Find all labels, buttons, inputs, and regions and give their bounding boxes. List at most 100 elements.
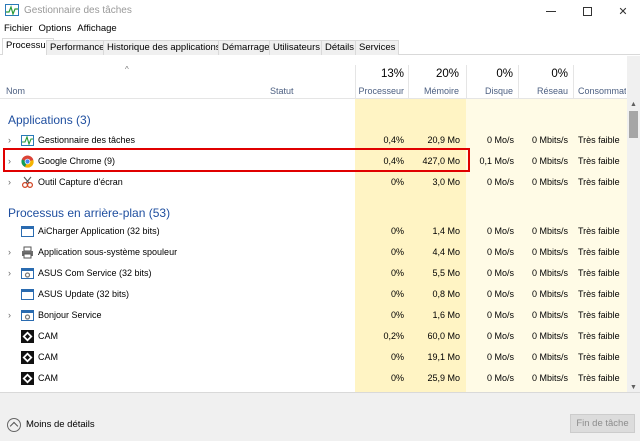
process-network: 0 Mbits/s	[531, 156, 568, 166]
scrollbar-header-gutter	[627, 56, 640, 99]
cam-icon	[21, 372, 34, 385]
service-icon	[21, 309, 34, 322]
process-name: Application sous-système spouleur	[38, 247, 178, 257]
column-header: ^ Nom Statut 13% Processeur 20% Mémoire …	[0, 56, 627, 99]
process-row[interactable]: › Outil Capture d'écran 0% 3,0 Mo 0 Mo/s 0 Mb…	[0, 172, 627, 193]
process-memory: 5,5 Mo	[432, 268, 460, 278]
end-task-button[interactable]: Fin de tâche	[570, 414, 635, 433]
process-network: 0 Mbits/s	[531, 268, 568, 278]
process-memory: 19,1 Mo	[427, 352, 460, 362]
column-divider	[466, 65, 467, 99]
tab-users[interactable]: Utilisateurs	[269, 40, 324, 55]
process-name: CAM	[38, 373, 58, 383]
column-cpu[interactable]: Processeur	[358, 86, 404, 96]
tab-app-history[interactable]: Historique des applications	[103, 40, 225, 55]
process-network: 0 Mbits/s	[531, 135, 568, 145]
process-cpu: 0%	[390, 310, 404, 320]
process-network: 0 Mbits/s	[531, 331, 568, 341]
process-network: 0 Mbits/s	[531, 352, 568, 362]
expand-chevron-icon[interactable]: ›	[8, 172, 11, 193]
tab-performance[interactable]: Performance	[46, 40, 109, 55]
menu-options[interactable]: Options	[39, 22, 72, 36]
process-name: Outil Capture d'écran	[38, 177, 123, 187]
process-row[interactable]: CAM 0,2% 60,0 Mo 0 Mo/s 0 Mbits/s Très faible	[0, 326, 627, 347]
process-disk: 0 Mo/s	[486, 310, 514, 320]
column-name[interactable]: Nom	[6, 86, 25, 96]
process-row[interactable]: › ASUS Com Service (32 bits) 0% 5,5 Mo 0 Mo/…	[0, 263, 627, 284]
process-row[interactable]: ASUS Update (32 bits) 0% 0,8 Mo 0 Mo/s 0 Mbi…	[0, 284, 627, 305]
scroll-down-icon[interactable]: ▼	[630, 384, 637, 391]
expand-chevron-icon[interactable]: ›	[8, 305, 11, 326]
window-title: Gestionnaire des tâches	[24, 5, 132, 16]
process-name: AiCharger Application (32 bits)	[38, 226, 160, 236]
process-network: 0 Mbits/s	[531, 226, 568, 236]
process-cpu: 0%	[390, 226, 404, 236]
process-power: Très faible	[578, 156, 620, 166]
scrollbar-thumb[interactable]	[629, 111, 638, 138]
group-background-label: Processus en arrière-plan (53)	[8, 206, 171, 220]
process-cpu: 0%	[390, 373, 404, 383]
chevron-up-circle-icon[interactable]	[7, 418, 21, 432]
process-row[interactable]: CAM 0% 25,9 Mo 0 Mo/s 0 Mbits/s Très faible	[0, 368, 627, 389]
tab-details[interactable]: Détails	[321, 40, 359, 55]
process-row[interactable]: CAM 0% 19,1 Mo 0 Mo/s 0 Mbits/s Très faible	[0, 347, 627, 368]
column-network[interactable]: Réseau	[520, 86, 568, 96]
cam-icon	[21, 330, 34, 343]
process-cpu: 0,2%	[383, 331, 404, 341]
process-row[interactable]: › Application sous-système spouleur 0% 4,4 …	[0, 242, 627, 263]
process-power: Très faible	[578, 310, 620, 320]
scroll-up-icon[interactable]: ▲	[630, 101, 637, 108]
cam-icon	[21, 351, 34, 364]
process-disk: 0,1 Mo/s	[479, 156, 514, 166]
fewer-details-link[interactable]: Moins de détails	[26, 419, 95, 430]
task-manager-icon	[5, 4, 19, 16]
process-memory: 25,9 Mo	[427, 373, 460, 383]
process-disk: 0 Mo/s	[486, 135, 514, 145]
process-power: Très faible	[578, 373, 620, 383]
title-bar: Gestionnaire des tâches ✕	[0, 0, 640, 22]
tab-services[interactable]: Services	[355, 40, 400, 55]
column-memory[interactable]: Mémoire	[410, 86, 459, 96]
close-button[interactable]: ✕	[606, 0, 640, 22]
process-name: ASUS Update (32 bits)	[38, 289, 130, 299]
process-memory: 3,0 Mo	[432, 177, 460, 187]
memory-total-pct: 20%	[435, 68, 459, 80]
service-icon	[21, 267, 34, 280]
column-divider	[408, 65, 409, 99]
process-disk: 0 Mo/s	[486, 177, 514, 187]
app-window-icon	[21, 225, 34, 238]
task-manager-icon	[21, 134, 34, 147]
highlight-box	[3, 148, 470, 172]
process-name: Bonjour Service	[38, 310, 102, 320]
column-status[interactable]: Statut	[270, 86, 294, 96]
group-header-apps[interactable]: Applications (3)	[0, 105, 627, 131]
minimize-button[interactable]	[534, 0, 568, 22]
process-cpu: 0%	[390, 268, 404, 278]
column-power[interactable]: Consommatio...	[578, 86, 626, 96]
process-power: Très faible	[578, 177, 620, 187]
process-network: 0 Mbits/s	[531, 289, 568, 299]
network-total-pct: 0%	[551, 68, 568, 80]
expand-chevron-icon[interactable]: ›	[8, 242, 11, 263]
maximize-button[interactable]	[570, 0, 604, 22]
process-memory: 1,6 Mo	[432, 310, 460, 320]
process-disk: 0 Mo/s	[486, 289, 514, 299]
process-row[interactable]: AiCharger Application (32 bits) 0% 1,4 Mo 0…	[0, 221, 627, 242]
process-disk: 0 Mo/s	[486, 247, 514, 257]
tab-startup[interactable]: Démarrage	[218, 40, 274, 55]
menu-file[interactable]: Fichier	[4, 22, 33, 36]
process-row[interactable]: › Bonjour Service 0% 1,6 Mo 0 Mo/s 0 Mbits/s T…	[0, 305, 627, 326]
process-name: CAM	[38, 352, 58, 362]
process-memory: 60,0 Mo	[427, 331, 460, 341]
vertical-scrollbar[interactable]: ▲ ▼	[627, 99, 640, 392]
process-power: Très faible	[578, 135, 620, 145]
column-disk[interactable]: Disque	[468, 86, 513, 96]
expand-chevron-icon[interactable]: ›	[8, 263, 11, 284]
close-icon: ✕	[618, 5, 628, 18]
sort-up-icon: ^	[125, 65, 129, 74]
process-disk: 0 Mo/s	[486, 373, 514, 383]
printer-icon	[21, 246, 34, 259]
process-name: ASUS Com Service (32 bits)	[38, 268, 152, 278]
menu-view[interactable]: Affichage	[77, 22, 116, 36]
process-power: Très faible	[578, 247, 620, 257]
